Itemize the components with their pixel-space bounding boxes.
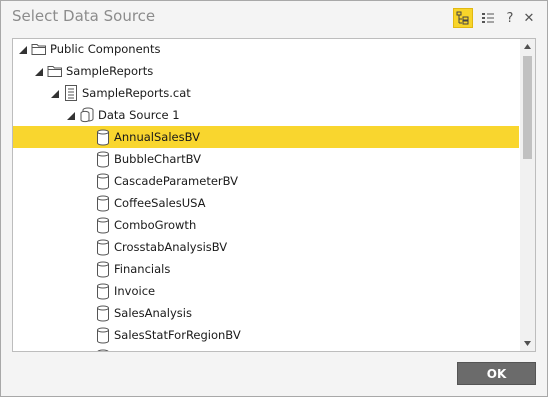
tree-item[interactable]: SalesAnalysis — [13, 302, 519, 324]
database-icon — [94, 238, 112, 256]
tree-item-label: SalesStatForRegionBV — [114, 328, 241, 342]
tree-item-label: CrosstabAnalysisBV — [114, 240, 228, 254]
expanded-triangle-icon[interactable] — [18, 45, 27, 54]
tree-item[interactable]: BubbleChartBV — [13, 148, 519, 170]
database-icon — [94, 348, 112, 351]
tree-item[interactable]: CrosstabAnalysisBV — [13, 236, 519, 258]
tree-item-label: Financials — [114, 262, 171, 276]
database-icon — [94, 216, 112, 234]
database-icon — [94, 260, 112, 278]
tree-item[interactable]: SampleReports.cat — [13, 82, 519, 104]
tree-view-toggle[interactable] — [453, 8, 473, 28]
tree-item-label: BubbleChartBV — [114, 152, 202, 166]
select-data-source-dialog: Select Data Source ? ✕ Public Components… — [0, 0, 548, 397]
scroll-down-arrow-icon[interactable] — [520, 336, 535, 351]
folder-icon — [30, 40, 48, 58]
tree-item-label: Invoice — [114, 284, 156, 298]
tree-item[interactable]: SampleReports — [13, 60, 519, 82]
database-icon — [94, 326, 112, 344]
tree-item-label: SampleReports — [66, 64, 154, 78]
tree-item[interactable]: Data Source 1 — [13, 104, 519, 126]
database-icon — [94, 304, 112, 322]
tree-item-label: ComboGrowth — [114, 218, 197, 232]
expanded-triangle-icon[interactable] — [34, 67, 43, 76]
tree-item[interactable]: CascadeParameterBV — [13, 170, 519, 192]
data-source-icon — [78, 106, 96, 124]
vertical-scrollbar[interactable] — [520, 39, 535, 351]
expanded-triangle-icon[interactable] — [66, 111, 75, 120]
tree-item-label: AnnualSalesBV — [114, 130, 200, 144]
list-view-icon — [482, 13, 494, 23]
tree-item[interactable]: CoffeeSalesUSA — [13, 192, 519, 214]
database-icon — [94, 128, 112, 146]
tree-item[interactable]: ComboGrowth — [13, 214, 519, 236]
tree-item-label: SalesAnalysis — [114, 306, 192, 320]
ok-button[interactable]: OK — [457, 362, 536, 385]
tree-item-label: CascadeParameterBV — [114, 174, 239, 188]
help-button[interactable]: ? — [500, 8, 520, 28]
database-icon — [94, 194, 112, 212]
database-icon — [94, 172, 112, 190]
tree-item[interactable]: AnnualSalesBV — [13, 126, 519, 148]
tree-item[interactable]: Invoice — [13, 280, 519, 302]
tree-item-label: SampleReports.cat — [82, 86, 191, 100]
folder-icon — [46, 62, 64, 80]
tree-item[interactable]: Financials — [13, 258, 519, 280]
expanded-triangle-icon[interactable] — [50, 89, 59, 98]
tree-item-label: Data Source 1 — [98, 108, 180, 122]
tree-item[interactable]: SalesStatForRegionBV — [13, 324, 519, 346]
tree-view-icon — [456, 11, 469, 25]
database-icon — [94, 282, 112, 300]
data-source-tree: Public Components SampleReports SampleRepo… — [12, 38, 536, 352]
tree-item[interactable] — [13, 346, 519, 351]
tree-item-label: CoffeeSalesUSA — [114, 196, 206, 210]
dialog-title: Select Data Source — [12, 7, 156, 25]
catalog-file-icon — [62, 84, 80, 102]
tree-item-label: Public Components — [50, 42, 161, 56]
close-button[interactable]: ✕ — [519, 8, 539, 28]
database-icon — [94, 150, 112, 168]
tree-item[interactable]: Public Components — [13, 39, 519, 60]
list-view-toggle[interactable] — [478, 8, 498, 28]
scroll-up-arrow-icon[interactable] — [520, 39, 535, 54]
scrollbar-thumb[interactable] — [523, 56, 532, 159]
